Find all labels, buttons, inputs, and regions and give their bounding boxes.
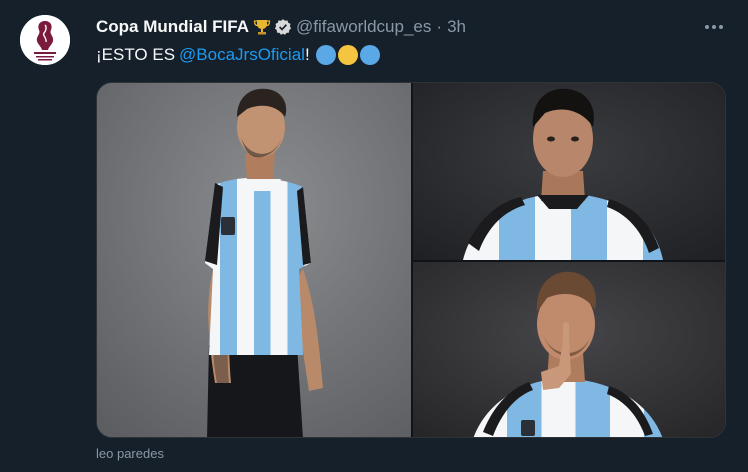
blue-circle-emoji bbox=[315, 45, 336, 65]
avatar[interactable] bbox=[20, 15, 70, 65]
separator-dot: · bbox=[436, 17, 443, 36]
tweet-text-suffix: ! bbox=[304, 45, 310, 64]
fifa-world-cup-logo bbox=[20, 15, 70, 65]
tweet-header: Copa Mundial FIFA @fifaworldcup_es · 3h bbox=[96, 16, 466, 38]
media-caption: leo paredes bbox=[96, 446, 164, 461]
media-grid bbox=[96, 82, 726, 438]
photo-player-bottom-right[interactable] bbox=[413, 262, 725, 437]
blue-circle-emoji bbox=[359, 45, 380, 65]
tweet-text: ¡ESTO ES @BocaJrsOficial ! bbox=[96, 43, 380, 67]
tweet-text-prefix: ¡ESTO ES bbox=[96, 45, 176, 64]
mention-link[interactable]: @BocaJrsOficial bbox=[179, 43, 305, 67]
yellow-circle-emoji bbox=[337, 45, 358, 65]
verified-badge-icon[interactable] bbox=[274, 18, 292, 36]
user-handle[interactable]: @fifaworldcup_es bbox=[296, 17, 431, 37]
trophy-icon bbox=[253, 18, 271, 36]
display-name[interactable]: Copa Mundial FIFA bbox=[96, 17, 249, 37]
photo-player-left[interactable] bbox=[97, 83, 411, 437]
more-options-icon[interactable] bbox=[702, 16, 726, 38]
timestamp[interactable]: 3h bbox=[447, 17, 466, 37]
photo-player-top-right[interactable] bbox=[413, 83, 725, 260]
